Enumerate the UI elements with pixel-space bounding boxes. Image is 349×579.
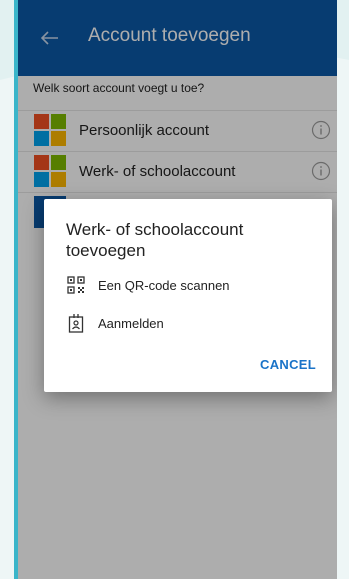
option-label: Een QR-code scannen <box>98 277 230 293</box>
option-label: Aanmelden <box>98 315 164 331</box>
add-work-account-dialog: Werk- of schoolaccount toevoegen Een QR-… <box>44 199 332 392</box>
qr-code-icon <box>66 275 86 295</box>
phone-frame: Account toevoegen Welk soort account voe… <box>14 0 337 579</box>
screen: Account toevoegen Welk soort account voe… <box>18 0 337 579</box>
badge-icon <box>66 313 86 333</box>
cancel-button[interactable]: CANCEL <box>260 357 316 372</box>
scan-qr-code-option[interactable]: Een QR-code scannen <box>66 272 230 298</box>
dialog-title: Werk- of schoolaccount toevoegen <box>66 220 244 260</box>
sign-in-option[interactable]: Aanmelden <box>66 310 164 336</box>
